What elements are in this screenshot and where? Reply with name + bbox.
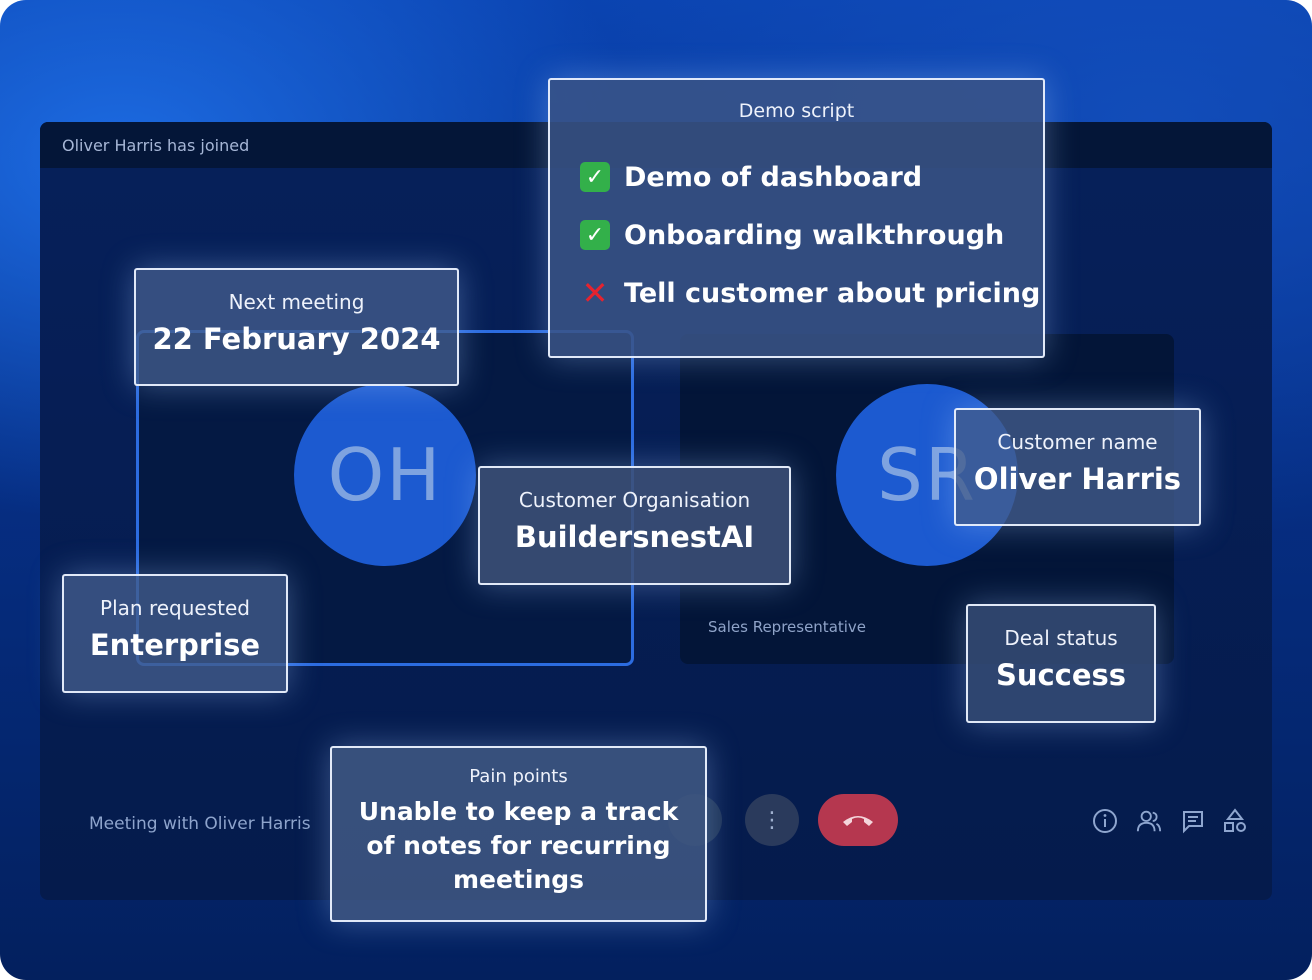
people-icon[interactable] [1136,808,1162,834]
deal-status-value: Success [995,658,1127,692]
plan-requested-card: Plan requested Enterprise [62,574,288,693]
demo-script-list: ✓ Demo of dashboard ✓ Onboarding walkthr… [550,148,1043,322]
cross-mark-icon: ✕ [581,274,609,312]
customer-name-label: Customer name [997,430,1158,454]
next-meeting-card: Next meeting 22 February 2024 [134,268,459,386]
deal-status-card: Deal status Success [966,604,1156,723]
demo-item-text: Onboarding walkthrough [624,219,1005,251]
plan-requested-value: Enterprise [89,628,261,662]
pain-points-label: Pain points [469,766,568,787]
hero-canvas: Oliver Harris has joined OH SR Sales Rep… [0,0,1312,980]
hang-up-button[interactable] [818,794,898,846]
customer-organisation-value: BuildersnestAI [514,520,755,554]
activities-icon[interactable] [1222,808,1248,834]
demo-script-card: Demo script ✓ Demo of dashboard ✓ Onboar… [548,78,1045,358]
meeting-title: Meeting with Oliver Harris [89,814,311,834]
pain-points-value: Unable to keep a track of notes for recu… [358,797,679,894]
participant-role-label: Sales Representative [708,618,867,636]
list-item: ✓ Demo of dashboard [580,148,1043,206]
phone-hangup-icon [843,816,873,826]
demo-item-text: Demo of dashboard [624,161,923,193]
customer-name-value: Oliver Harris [973,462,1182,496]
demo-script-label: Demo script [738,100,855,122]
list-item: ✕ Tell customer about pricing [580,264,1043,322]
pain-points-card: Pain points Unable to keep a track of no… [330,746,707,922]
customer-organisation-label: Customer Organisation [518,488,751,512]
demo-item-text: Tell customer about pricing [624,277,1041,309]
join-notification: Oliver Harris has joined [62,136,250,155]
next-meeting-label: Next meeting [228,290,365,314]
check-mark-icon: ✓ [580,162,610,192]
chat-icon[interactable] [1180,808,1206,834]
list-item: ✓ Onboarding walkthrough [580,206,1043,264]
more-vertical-icon: ⋮ [761,807,783,833]
info-icon[interactable] [1092,808,1118,834]
deal-status-label: Deal status [1004,626,1118,650]
plan-requested-label: Plan requested [100,596,250,620]
customer-organisation-card: Customer Organisation BuildersnestAI [478,466,791,585]
check-mark-icon: ✓ [580,220,610,250]
customer-name-card: Customer name Oliver Harris [954,408,1201,526]
more-options-button[interactable]: ⋮ [745,794,799,846]
next-meeting-value: 22 February 2024 [152,322,441,356]
avatar-oh: OH [294,384,476,566]
